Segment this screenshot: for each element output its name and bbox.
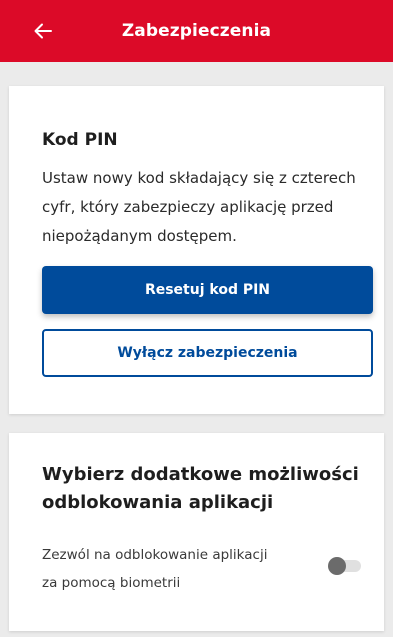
disable-security-button[interactable]: Wyłącz zabezpieczenia	[42, 329, 373, 377]
unlock-options-card: Wybierz dodatkowe możliwości odblokowani…	[9, 433, 384, 631]
toggle-knob	[328, 557, 346, 575]
back-button[interactable]	[28, 16, 58, 46]
biometric-toggle[interactable]	[328, 557, 362, 575]
app-header: Zabezpieczenia	[0, 0, 393, 62]
pin-description-line: Ustaw nowy kod składający się z czterech	[42, 169, 356, 187]
arrow-left-icon	[34, 23, 52, 39]
page-title: Zabezpieczenia	[121, 21, 272, 41]
unlock-section-title: Wybierz dodatkowe możliwości odblokowani…	[42, 461, 382, 517]
biometric-label-line: za pomocą biometrii	[42, 575, 181, 591]
pin-card: Kod PIN Ustaw nowy kod składający się z …	[9, 86, 384, 414]
pin-description-line: cyfr, który zabezpieczy aplikację przed	[42, 198, 334, 216]
unlock-title-line: odblokowania aplikacji	[42, 492, 274, 513]
unlock-title-line: Wybierz dodatkowe możliwości	[42, 464, 359, 485]
biometric-unlock-label: Zezwól na odblokowanie aplikacji za pomo…	[42, 541, 312, 597]
biometric-label-line: Zezwól na odblokowanie aplikacji	[42, 547, 268, 563]
pin-description-line: niepożądanym dostępem.	[42, 227, 237, 245]
pin-section-title: Kod PIN	[42, 130, 118, 150]
reset-pin-button[interactable]: Resetuj kod PIN	[42, 266, 373, 314]
pin-section-description: Ustaw nowy kod składający się z czterech…	[42, 164, 377, 251]
